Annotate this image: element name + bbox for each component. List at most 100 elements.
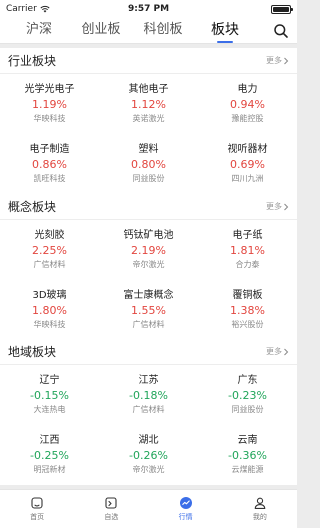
sector-card[interactable]: 江西 -0.25% 明冠新材 [0, 425, 99, 485]
nav-label: 自选 [104, 513, 119, 521]
sector-card[interactable]: 其他电子 1.12% 英诺激光 [99, 74, 198, 134]
sector-card[interactable]: 云南 -0.36% 云煤能源 [198, 425, 297, 485]
sector-name: 电子纸 [232, 230, 263, 241]
leading-stock: 同益股份 [231, 405, 264, 414]
more-link[interactable]: 更多 [266, 55, 289, 66]
leading-stock: 四川九洲 [231, 174, 264, 183]
sector-change: 1.80% [32, 304, 67, 317]
watchlist-icon [105, 497, 117, 509]
tab-chinext[interactable]: 创业板 [70, 18, 132, 44]
sector-card[interactable]: 富士康概念 1.55% 广信材料 [99, 280, 198, 340]
market-icon [179, 497, 192, 509]
sector-name: 钙钛矿电池 [123, 230, 174, 241]
leading-stock: 广信材料 [132, 405, 165, 414]
sector-name: 云南 [237, 435, 258, 446]
leading-stock: 凯旺科技 [33, 174, 66, 183]
sector-name: 江苏 [138, 375, 159, 386]
carrier-label: Carrier [6, 4, 37, 14]
nav-label: 我的 [252, 513, 267, 521]
leading-stock: 广信材料 [132, 320, 165, 329]
sector-card[interactable]: 塑料 0.80% 同益股份 [99, 134, 198, 194]
sector-change: -0.18% [129, 389, 168, 402]
sector-change: 0.86% [32, 158, 67, 171]
sector-card[interactable]: 湖北 -0.26% 帝尔激光 [99, 425, 198, 485]
leading-stock: 合力泰 [235, 260, 260, 269]
sector-name: 光学光电子 [24, 84, 75, 95]
sector-name: 光刻胶 [34, 230, 65, 241]
leading-stock: 豫能控股 [231, 114, 264, 123]
leading-stock: 华映科技 [33, 320, 66, 329]
sector-card[interactable]: 电子纸 1.81% 合力泰 [198, 220, 297, 280]
sector-card[interactable]: 视听器材 0.69% 四川九洲 [198, 134, 297, 194]
sector-card[interactable]: 光学光电子 1.19% 华映科技 [0, 74, 99, 134]
sector-card[interactable]: 电力 0.94% 豫能控股 [198, 74, 297, 134]
sector-change: -0.15% [30, 389, 69, 402]
sector-card[interactable]: 覆铜板 1.38% 裕兴股份 [198, 280, 297, 340]
section-title: 行业板块 [8, 54, 57, 68]
sector-name: 电子制造 [29, 144, 70, 155]
sector-change: 1.12% [131, 98, 166, 111]
sector-card[interactable]: 光刻胶 2.25% 广信材料 [0, 220, 99, 280]
sector-card[interactable]: 电子制造 0.86% 凯旺科技 [0, 134, 99, 194]
sector-change: -0.26% [129, 449, 168, 462]
sector-card[interactable]: 江苏 -0.18% 广信材料 [99, 365, 198, 425]
nav-home[interactable]: 首页 [0, 490, 74, 528]
sector-change: 1.19% [32, 98, 67, 111]
nav-watchlist[interactable]: 自选 [74, 490, 148, 528]
sector-name: 广东 [237, 375, 258, 386]
section-concept: 概念板块 更多 光刻胶 2.25% 广信材料 钙钛矿电池 2.19% 帝尔激光 … [0, 194, 297, 340]
nav-profile[interactable]: 我的 [223, 490, 297, 528]
carrier-area: Carrier [6, 4, 106, 14]
sector-change: 0.80% [131, 158, 166, 171]
clock: 9:57 PM [127, 4, 170, 14]
leading-stock: 大连热电 [33, 405, 66, 414]
sector-change: 0.69% [230, 158, 265, 171]
leading-stock: 裕兴股份 [231, 320, 264, 329]
sector-card[interactable]: 广东 -0.23% 同益股份 [198, 365, 297, 425]
status-bar: Carrier 9:57 PM [0, 0, 297, 18]
sector-name: 电力 [237, 84, 258, 95]
section-title: 地域板块 [8, 345, 57, 359]
sector-name: 湖北 [138, 435, 159, 446]
home-icon [31, 497, 43, 509]
more-label: 更多 [266, 202, 282, 211]
sector-change: 1.81% [230, 244, 265, 257]
sector-change: -0.25% [30, 449, 69, 462]
leading-stock: 华映科技 [33, 114, 66, 123]
sector-card[interactable]: 辽宁 -0.15% 大连热电 [0, 365, 99, 425]
sector-grid: 辽宁 -0.15% 大连热电 江苏 -0.18% 广信材料 广东 -0.23% … [0, 365, 297, 485]
search-icon[interactable] [273, 23, 289, 39]
more-link[interactable]: 更多 [266, 346, 289, 357]
sector-change: 2.25% [32, 244, 67, 257]
sector-change: -0.36% [228, 449, 267, 462]
section-header: 行业板块 更多 [0, 48, 297, 74]
sector-name: 富士康概念 [123, 290, 174, 301]
section-header: 地域板块 更多 [0, 339, 297, 365]
sector-card[interactable]: 钙钛矿电池 2.19% 帝尔激光 [99, 220, 198, 280]
chevron-right-icon [284, 203, 289, 210]
section-region: 地域板块 更多 辽宁 -0.15% 大连热电 江苏 -0.18% 广信材料 广东… [0, 339, 297, 485]
sector-change: 1.38% [230, 304, 265, 317]
sector-card[interactable]: 3D玻璃 1.80% 华映科技 [0, 280, 99, 340]
leading-stock: 帝尔激光 [132, 465, 165, 474]
nav-label: 行情 [178, 513, 193, 521]
nav-market[interactable]: 行情 [149, 490, 223, 528]
more-label: 更多 [266, 347, 282, 356]
sector-change: -0.23% [228, 389, 267, 402]
leading-stock: 明冠新材 [33, 465, 66, 474]
more-link[interactable]: 更多 [266, 201, 289, 212]
chevron-right-icon [284, 57, 289, 64]
tab-hushen[interactable]: 沪深 [8, 18, 70, 44]
sector-grid: 光学光电子 1.19% 华映科技 其他电子 1.12% 英诺激光 电力 0.94… [0, 74, 297, 194]
battery-icon [271, 4, 293, 14]
leading-stock: 英诺激光 [132, 114, 165, 123]
tab-sectors[interactable]: 板块 [194, 18, 256, 44]
sector-name: 其他电子 [128, 84, 169, 95]
sector-grid: 光刻胶 2.25% 广信材料 钙钛矿电池 2.19% 帝尔激光 电子纸 1.81… [0, 220, 297, 340]
leading-stock: 云煤能源 [231, 465, 264, 474]
battery-area [191, 4, 293, 14]
market-tabs: 沪深 创业板 科创板 板块 [0, 18, 297, 44]
tab-star-market[interactable]: 科创板 [132, 18, 194, 44]
leading-stock: 同益股份 [132, 174, 165, 183]
sector-change: 2.19% [131, 244, 166, 257]
